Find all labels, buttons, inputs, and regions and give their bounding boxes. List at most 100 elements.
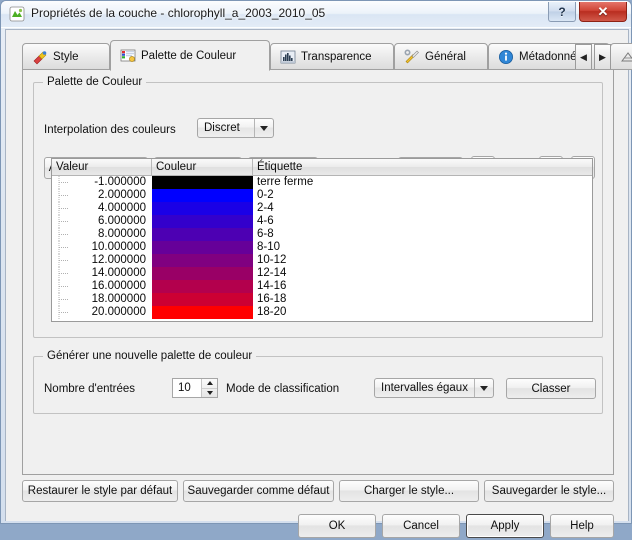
dialog-client-area: Style Palette de Couleur	[5, 29, 629, 521]
table-row[interactable]: 12.000000 10-12	[52, 254, 592, 267]
cell-valeur[interactable]: 20.000000	[52, 306, 152, 319]
color-swatch[interactable]	[152, 280, 253, 293]
color-swatch[interactable]	[152, 176, 253, 189]
color-swatch[interactable]	[152, 267, 253, 280]
cell-etiquette[interactable]: 4-6	[253, 215, 592, 228]
cell-valeur[interactable]: 16.000000	[52, 280, 152, 293]
table-row[interactable]: 8.000000 6-8	[52, 228, 592, 241]
table-row[interactable]: 4.000000 2-4	[52, 202, 592, 215]
ok-button[interactable]: OK	[298, 514, 376, 538]
cell-etiquette[interactable]: 10-12	[253, 254, 592, 267]
table-row[interactable]: 20.000000 18-20	[52, 306, 592, 319]
column-header-etiquette[interactable]: Étiquette	[253, 159, 592, 175]
color-swatch[interactable]	[152, 254, 253, 267]
cell-couleur[interactable]	[152, 254, 253, 267]
color-swatch[interactable]	[152, 241, 253, 254]
titlebar-help-button[interactable]: ?	[548, 2, 576, 22]
tab-style[interactable]: Style	[22, 43, 110, 70]
cell-couleur[interactable]	[152, 176, 253, 189]
cell-etiquette[interactable]: 16-18	[253, 293, 592, 306]
brush-palette-icon	[32, 49, 48, 65]
color-swatch[interactable]	[152, 293, 253, 306]
table-row[interactable]: -1.000000 terre ferme	[52, 176, 592, 189]
tab-palette-de-couleur-label: Palette de Couleur	[141, 50, 236, 62]
load-style-button[interactable]: Charger le style...	[339, 480, 479, 502]
tab-general[interactable]: Général	[394, 43, 488, 70]
cell-etiquette[interactable]: 12-14	[253, 267, 592, 280]
cell-etiquette-text: 14-16	[257, 280, 286, 293]
cell-couleur[interactable]	[152, 267, 253, 280]
info-icon	[498, 49, 514, 65]
table-row[interactable]: 14.000000 12-14	[52, 267, 592, 280]
cell-couleur[interactable]	[152, 189, 253, 202]
cell-couleur[interactable]	[152, 293, 253, 306]
cell-valeur[interactable]: 4.000000	[52, 202, 152, 215]
cell-valeur-text: 6.000000	[98, 215, 146, 228]
table-row[interactable]: 16.000000 14-16	[52, 280, 592, 293]
entries-count-spinner[interactable]: 10	[172, 378, 218, 398]
color-swatch[interactable]	[152, 228, 253, 241]
tab-transparence[interactable]: Transparence	[270, 43, 394, 70]
save-default-style-button[interactable]: Sauvegarder comme défaut	[183, 480, 334, 502]
cell-etiquette[interactable]: 6-8	[253, 228, 592, 241]
cell-etiquette[interactable]: 14-16	[253, 280, 592, 293]
save-style-button[interactable]: Sauvegarder le style...	[484, 480, 614, 502]
cell-valeur[interactable]: 18.000000	[52, 293, 152, 306]
table-row[interactable]: 6.000000 4-6	[52, 215, 592, 228]
titlebar-close-button[interactable]: ✕	[579, 2, 627, 22]
classification-mode-combo[interactable]: Intervalles égaux	[374, 378, 494, 398]
cell-etiquette[interactable]: 2-4	[253, 202, 592, 215]
cell-valeur[interactable]: 2.000000	[52, 189, 152, 202]
color-swatch[interactable]	[152, 306, 253, 319]
table-row[interactable]: 10.000000 8-10	[52, 241, 592, 254]
color-map-table[interactable]: Valeur Couleur Étiquette -1.000000 terre …	[51, 158, 593, 322]
color-table-icon	[120, 48, 136, 64]
help-button[interactable]: Help	[550, 514, 614, 538]
cell-etiquette[interactable]: 0-2	[253, 189, 592, 202]
restore-default-style-button[interactable]: Restaurer le style par défaut	[22, 480, 178, 502]
tab-palette-de-couleur[interactable]: Palette de Couleur	[110, 40, 270, 71]
cell-valeur-text: 4.000000	[98, 202, 146, 215]
interpolation-combo[interactable]: Discret	[197, 118, 274, 138]
color-palette-groupbox: Palette de Couleur Interpolation des cou…	[33, 82, 603, 338]
tab-pyramides[interactable]: P	[610, 43, 632, 70]
column-header-valeur[interactable]: Valeur	[52, 159, 152, 175]
color-palette-group-title: Palette de Couleur	[43, 76, 146, 88]
cell-valeur[interactable]: 12.000000	[52, 254, 152, 267]
cell-valeur[interactable]: 8.000000	[52, 228, 152, 241]
tree-branch-icon	[57, 254, 71, 267]
cell-valeur-text: -1.000000	[94, 176, 146, 189]
cell-couleur[interactable]	[152, 202, 253, 215]
cell-valeur[interactable]: 10.000000	[52, 241, 152, 254]
cell-etiquette[interactable]: 18-20	[253, 306, 592, 319]
pyramid-icon	[620, 49, 632, 65]
table-row[interactable]: 18.000000 16-18	[52, 293, 592, 306]
apply-button[interactable]: Apply	[466, 514, 544, 538]
color-swatch[interactable]	[152, 189, 253, 202]
color-swatch[interactable]	[152, 215, 253, 228]
cell-couleur[interactable]	[152, 280, 253, 293]
cell-etiquette[interactable]: 8-10	[253, 241, 592, 254]
table-row[interactable]: 2.000000 0-2	[52, 189, 592, 202]
cell-valeur[interactable]: 6.000000	[52, 215, 152, 228]
spinner-up-button[interactable]	[202, 379, 217, 388]
cancel-button[interactable]: Cancel	[382, 514, 460, 538]
tab-scroll-next-button[interactable]: ▶	[594, 44, 611, 70]
cell-valeur-text: 12.000000	[92, 254, 146, 267]
cell-etiquette[interactable]: terre ferme	[253, 176, 592, 189]
cell-couleur[interactable]	[152, 228, 253, 241]
title-bar[interactable]: Propriétés de la couche - chlorophyll_a_…	[1, 1, 631, 28]
style-buttons-row: Restaurer le style par défaut Sauvegarde…	[6, 480, 630, 506]
color-swatch[interactable]	[152, 202, 253, 215]
tree-branch-icon	[57, 189, 71, 202]
cell-couleur[interactable]	[152, 215, 253, 228]
column-header-couleur[interactable]: Couleur	[152, 159, 253, 175]
cell-couleur[interactable]	[152, 241, 253, 254]
tab-scroll-prev-button[interactable]: ◀	[575, 44, 592, 70]
cell-valeur[interactable]: -1.000000	[52, 176, 152, 189]
classify-button[interactable]: Classer	[506, 378, 596, 399]
spinner-down-button[interactable]	[202, 388, 217, 398]
cell-couleur[interactable]	[152, 306, 253, 319]
cell-valeur[interactable]: 14.000000	[52, 267, 152, 280]
spinner-buttons	[201, 379, 217, 397]
